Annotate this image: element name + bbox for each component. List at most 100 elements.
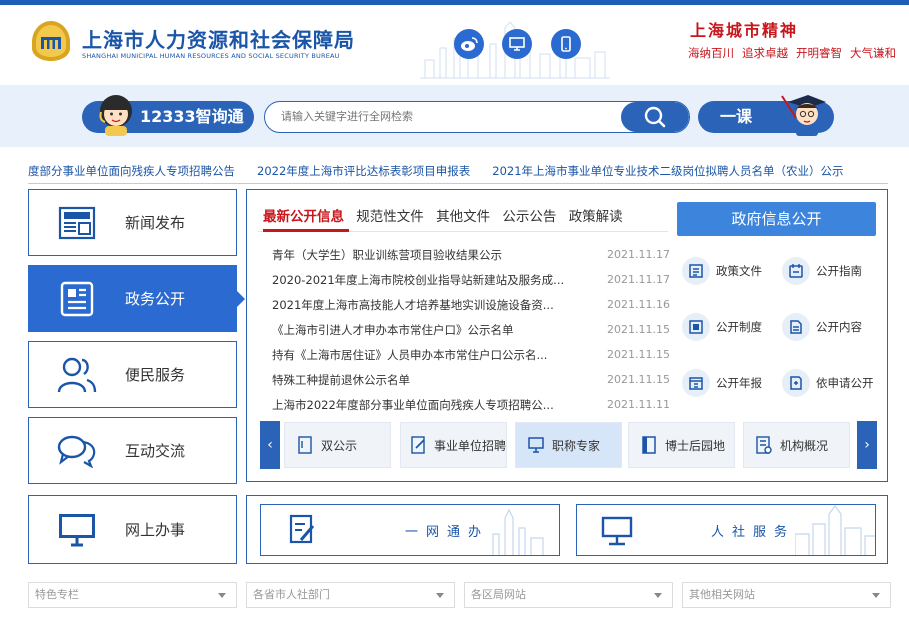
nav-citizen-services[interactable]: 便民服务: [28, 341, 237, 408]
chip-organization-overview[interactable]: 机构概况: [743, 422, 850, 468]
chip-label: 双公示: [321, 438, 358, 453]
carousel-prev-button[interactable]: ‹: [260, 421, 280, 469]
gov-item-label: 公开年报: [716, 376, 762, 390]
calendar-icon: [682, 369, 710, 397]
spirit-word: 大气谦和: [850, 46, 896, 60]
chip-institution-recruitment[interactable]: 事业单位招聘: [400, 422, 507, 468]
news-date: 2021.11.15: [607, 323, 670, 336]
edit-doc-icon: [411, 434, 428, 456]
nav-label: 便民服务: [125, 366, 186, 384]
chip-postdoc[interactable]: 博士后园地: [628, 422, 735, 468]
teacher-avatar-icon: [781, 95, 826, 136]
news-row[interactable]: 2021年度上海市高技能人才培养基地实训设施设备资... 2021.11.16: [272, 297, 670, 322]
active-tab-underline: [263, 229, 349, 232]
search-box: [264, 101, 690, 133]
select-value: 各省市人社部门: [253, 588, 330, 601]
site-title[interactable]: 上海市人力资源和社会保障局: [82, 24, 355, 53]
tab-other-docs[interactable]: 其他文件: [436, 205, 490, 225]
gov-item-label: 政策文件: [716, 264, 762, 278]
news-title[interactable]: 《上海市引进人才申办本市常住户口》公示名单: [272, 322, 572, 347]
chevron-right-icon: ›: [864, 437, 870, 453]
nav-government-affairs[interactable]: 政务公开: [28, 265, 237, 332]
news-title[interactable]: 持有《上海市居住证》人员申办本市常住户口公示名...: [272, 347, 572, 372]
spirit-word: 开明睿智: [796, 46, 842, 60]
select-provincial-hr-depts[interactable]: 各省市人社部门: [246, 582, 455, 608]
nav-label: 政务公开: [125, 290, 186, 308]
site-subtitle: SHANGHAI MUNICIPAL HUMAN RESOURCES AND S…: [82, 52, 340, 60]
monitor-icon[interactable]: [502, 29, 532, 59]
news-row[interactable]: 《上海市引进人才申办本市常住户口》公示名单 2021.11.15: [272, 322, 670, 347]
city-spirit-words: 海纳百川 追求卓越 开明睿智 大气谦和: [688, 45, 904, 61]
gov-item-policy-docs[interactable]: 政策文件: [682, 257, 762, 285]
select-featured-columns[interactable]: 特色专栏: [28, 582, 237, 608]
gov-info-disclosure-button[interactable]: 政府信息公开: [677, 202, 876, 236]
news-title[interactable]: 2020-2021年度上海市院校创业指导站新建站及服务成...: [272, 272, 572, 297]
tab-announcements[interactable]: 公示公告: [502, 205, 556, 225]
nav-label: 新闻发布: [125, 214, 186, 232]
news-date: 2021.11.15: [607, 373, 670, 386]
gov-item-on-request[interactable]: 依申请公开: [782, 369, 874, 397]
news-row[interactable]: 持有《上海市居住证》人员申办本市常住户口公示名... 2021.11.15: [272, 347, 670, 372]
edit-form-icon: [289, 514, 315, 544]
ticker-item[interactable]: 度部分事业单位面向残疾人专项招聘公告: [28, 164, 235, 178]
chip-label: 职称专家: [552, 438, 601, 453]
caret-down-icon: [654, 593, 662, 598]
chip-label: 博士后园地: [665, 438, 726, 453]
book-icon: [639, 434, 659, 456]
nav-news-release[interactable]: 新闻发布: [28, 189, 237, 256]
chip-title-experts[interactable]: 职称专家: [515, 422, 622, 468]
news-row[interactable]: 特殊工种提前退休公示名单 2021.11.15: [272, 372, 670, 397]
news-row[interactable]: 青年（大学生）职业训练营项目验收结果公示 2021.11.17: [272, 247, 670, 272]
news-date: 2021.11.11: [607, 398, 670, 411]
gov-item-label: 公开指南: [816, 264, 862, 278]
nav-label: 网上办事: [125, 521, 186, 539]
news-title[interactable]: 特殊工种提前退休公示名单: [272, 372, 572, 397]
tab-normative-docs[interactable]: 规范性文件: [356, 205, 424, 225]
gov-item-label: 公开制度: [716, 320, 762, 334]
chevron-left-icon: ‹: [267, 437, 273, 453]
chip-dual-publicity[interactable]: 双公示: [284, 422, 391, 468]
tab-policy-interpretation[interactable]: 政策解读: [569, 205, 623, 225]
request-icon: [782, 369, 810, 397]
nav-interaction[interactable]: 互动交流: [28, 417, 237, 484]
active-nav-arrow: [237, 291, 245, 307]
select-value: 特色专栏: [35, 588, 79, 601]
computer-icon: [601, 516, 633, 546]
mobile-icon[interactable]: [551, 29, 581, 59]
skyline-mini-illustration: [492, 508, 544, 555]
gov-item-annual-report[interactable]: 公开年报: [682, 369, 762, 397]
chip-label: 事业单位招聘: [433, 438, 506, 453]
select-district-sites[interactable]: 各区局网站: [464, 582, 673, 608]
search-input[interactable]: [265, 102, 625, 132]
news-date: 2021.11.17: [607, 248, 670, 261]
ticker-item[interactable]: 2022年度上海市评比达标表彰项目申报表: [257, 164, 470, 178]
select-value: 各区局网站: [471, 588, 526, 601]
news-row[interactable]: 上海市2022年度部分事业单位面向残疾人专项招聘公... 2021.11.11: [272, 397, 670, 422]
bureau-logo-icon[interactable]: [28, 18, 74, 64]
banner-label: 一网通办: [405, 524, 490, 540]
news-title[interactable]: 2021年度上海市高技能人才培养基地实训设施设备资...: [272, 297, 572, 322]
caret-down-icon: [872, 593, 880, 598]
news-title[interactable]: 青年（大学生）职业训练营项目验收结果公示: [272, 247, 572, 272]
document-icon: [29, 266, 125, 331]
nav-online-services[interactable]: 网上办事: [28, 495, 237, 564]
content-icon: [782, 313, 810, 341]
news-title[interactable]: 上海市2022年度部分事业单位面向残疾人专项招聘公...: [272, 397, 572, 422]
news-row[interactable]: 2020-2021年度上海市院校创业指导站新建站及服务成... 2021.11.1…: [272, 272, 670, 297]
search-button[interactable]: [621, 102, 689, 132]
guide-icon: [782, 257, 810, 285]
carousel-next-button[interactable]: ›: [857, 421, 877, 469]
ticker-item[interactable]: 2021年上海市事业单位专业技术二级岗位拟聘人员名单（农业）公示: [492, 164, 843, 178]
tab-latest-info[interactable]: 最新公开信息: [263, 205, 344, 225]
gov-item-disclosure-guide[interactable]: 公开指南: [782, 257, 862, 285]
news-ticker: 度部分事业单位面向残疾人专项招聘公告 2022年度上海市评比达标表彰项目申报表 20…: [28, 163, 888, 179]
news-date: 2021.11.15: [607, 348, 670, 361]
banner-hr-services[interactable]: 人社服务: [576, 504, 876, 556]
gov-item-disclosure-system[interactable]: 公开制度: [682, 313, 762, 341]
chat-icon: [29, 418, 125, 483]
system-icon: [682, 313, 710, 341]
select-other-sites[interactable]: 其他相关网站: [682, 582, 891, 608]
gov-item-disclosure-content[interactable]: 公开内容: [782, 313, 862, 341]
banner-one-netcom[interactable]: 一网通办: [260, 504, 560, 556]
weibo-icon[interactable]: [454, 29, 484, 59]
